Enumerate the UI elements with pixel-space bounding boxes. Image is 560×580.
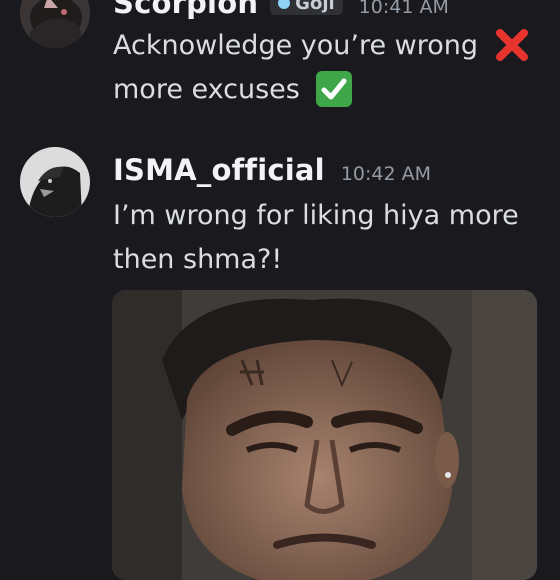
guild-tag[interactable]: Goji (270, 0, 343, 15)
tag-label: Goji (295, 0, 335, 14)
cross-mark-icon (495, 28, 528, 61)
username[interactable]: Scorpion (113, 0, 258, 20)
avatar-image (20, 147, 90, 217)
check-mark-icon (316, 70, 353, 107)
message-line: Acknowledge you’re wrong (113, 30, 479, 61)
message-scorpion: Scorpion Goji 10:41 AM Acknowledge you’r… (0, 0, 560, 130)
message-text: Acknowledge you’re wrong more excuses (113, 24, 531, 112)
avatar-image (20, 0, 90, 48)
message-line: I’m wrong for liking hiya more (113, 200, 519, 231)
timestamp: 10:42 AM (340, 163, 432, 185)
timestamp: 10:41 AM (358, 0, 449, 18)
message-text: I’m wrong for liking hiya more then shma… (113, 194, 519, 282)
tag-icon (278, 0, 291, 9)
username[interactable]: ISMA_official (113, 153, 325, 187)
avatar-isma[interactable] (20, 147, 90, 217)
image-attachment[interactable] (112, 290, 537, 580)
message-line: then shma?! (113, 244, 283, 275)
attachment-photo (112, 290, 537, 580)
message-line: more excuses (113, 74, 300, 105)
avatar-scorpion[interactable] (20, 0, 90, 48)
